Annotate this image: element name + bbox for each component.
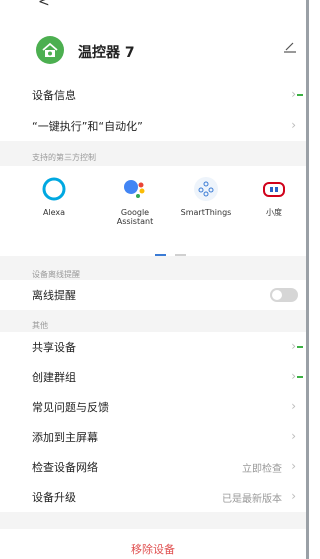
chevron-right-icon: › — [291, 118, 296, 132]
back-button[interactable]: < — [38, 0, 50, 9]
toggle-knob — [272, 290, 282, 300]
device-name: 温控器 7 — [78, 45, 135, 61]
green-marker — [297, 346, 303, 348]
spacer — [0, 512, 306, 529]
chevron-right-icon: › — [291, 489, 296, 503]
smartthings-item[interactable]: SmartThings — [168, 176, 244, 217]
third-party-control-carousel[interactable]: Alexa Google Assistant SmartThings 小度 — [0, 166, 306, 256]
google-assistant-item[interactable]: Google Assistant — [97, 176, 173, 226]
green-marker — [297, 94, 303, 96]
upgrade-value: 已是最新版本 — [222, 494, 282, 505]
create-group-label: 创建群组 — [32, 371, 76, 384]
share-device-label: 共享设备 — [32, 341, 76, 354]
chevron-right-icon: › — [291, 369, 296, 383]
share-device-row[interactable]: 共享设备 › — [0, 332, 306, 362]
xiaodu-icon — [261, 176, 287, 202]
create-group-row[interactable]: 创建群组 › — [0, 362, 306, 392]
third-party-section-header: 支持的第三方控制 — [0, 141, 306, 166]
offline-alert-toggle[interactable] — [270, 288, 298, 302]
device-info-label: 设备信息 — [32, 89, 76, 102]
chevron-right-icon: › — [291, 339, 296, 353]
scroll-edge — [306, 0, 309, 559]
chevron-right-icon: › — [291, 399, 296, 413]
chevron-right-icon: › — [291, 429, 296, 443]
automation-label: “一键执行”和“自动化” — [32, 120, 143, 133]
section-title: 设备离线提醒 — [32, 270, 80, 279]
faq-row[interactable]: 常见问题与反馈 › — [0, 392, 306, 422]
green-marker — [297, 376, 303, 378]
add-to-home-row[interactable]: 添加到主屏幕 › — [0, 422, 306, 452]
add-to-home-label: 添加到主屏幕 — [32, 431, 98, 444]
other-section-header: 其他 — [0, 310, 306, 332]
offline-section-header: 设备离线提醒 — [0, 256, 306, 281]
device-settings-screen: < 温控器 7 设备信息 › “一键执行”和“自动化” › 支持的第三方控制 A… — [0, 0, 309, 559]
smartthings-label: SmartThings — [180, 208, 232, 217]
xiaodu-item[interactable]: 小度 — [236, 176, 309, 217]
xiaodu-label: 小度 — [266, 208, 282, 217]
alexa-item[interactable]: Alexa — [16, 176, 92, 217]
section-title: 支持的第三方控制 — [32, 153, 96, 162]
google-assistant-label: Google Assistant — [116, 208, 154, 226]
remove-device-button[interactable]: 移除设备 — [0, 541, 306, 557]
chevron-right-icon: › — [291, 459, 296, 473]
device-info-row[interactable]: 设备信息 › — [0, 80, 306, 110]
remove-device-row[interactable]: 移除设备 — [0, 529, 306, 559]
alexa-label: Alexa — [42, 208, 66, 217]
upgrade-label: 设备升级 — [32, 491, 76, 504]
offline-alert-row: 离线提醒 — [0, 280, 306, 310]
chevron-right-icon: › — [291, 87, 296, 101]
faq-label: 常见问题与反馈 — [32, 401, 109, 414]
automation-row[interactable]: “一键执行”和“自动化” › — [0, 111, 306, 141]
top-bar: < — [0, 0, 306, 24]
device-icon — [36, 36, 64, 64]
offline-alert-label: 离线提醒 — [32, 289, 76, 302]
check-network-value: 立即检查 — [242, 464, 282, 475]
google-assistant-icon — [122, 176, 148, 202]
device-header[interactable]: 温控器 7 — [0, 24, 306, 78]
section-title: 其他 — [32, 321, 48, 330]
upgrade-row[interactable]: 设备升级 已是最新版本 › — [0, 482, 306, 512]
smartthings-icon — [193, 176, 219, 202]
check-network-label: 检查设备网络 — [32, 461, 98, 474]
thermostat-icon — [42, 42, 58, 57]
check-network-row[interactable]: 检查设备网络 立即检查 › — [0, 452, 306, 482]
edit-icon[interactable] — [282, 41, 298, 56]
alexa-icon — [41, 176, 67, 202]
